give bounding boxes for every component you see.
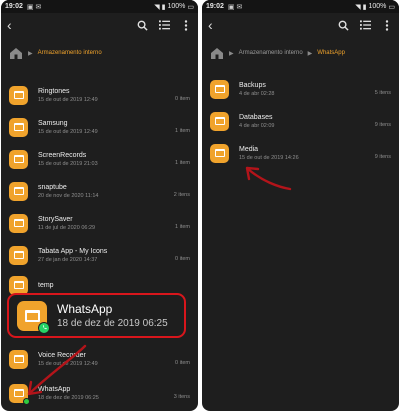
folder-count: 5 itens	[374, 90, 391, 96]
image-icon: ▣	[26, 3, 34, 11]
image-icon: ▣	[227, 3, 235, 11]
breadcrumb-root[interactable]: Armazenamento interno	[38, 50, 102, 56]
whatsapp-icon	[38, 321, 50, 334]
folder-count: 1 item	[175, 160, 190, 166]
folder-date: 20 de nov de 2020 11:14	[38, 192, 99, 199]
back-arrow-icon[interactable]: ‹	[208, 17, 224, 33]
folder-name: StorySaver	[38, 215, 73, 223]
folder-count: 0 item	[175, 360, 190, 366]
more-options-icon[interactable]	[381, 19, 393, 31]
folder-icon	[210, 143, 229, 163]
whatsapp-folder-highlight[interactable]: WhatsApp 18 de dez de 2019 06:25	[7, 293, 186, 338]
status-bar: 19:02 ▣ ✉ ◥ ▮ 100% ▭	[1, 0, 198, 13]
folder-icon	[9, 275, 28, 295]
breadcrumb: ▶ Armazenamento interno ▶ WhatsApp	[210, 44, 393, 62]
red-arrow-icon	[27, 344, 87, 396]
folder-count: 1 item	[175, 128, 190, 134]
breadcrumb-current[interactable]: WhatsApp	[317, 50, 345, 56]
toolbar: ‹	[202, 13, 399, 37]
folder-count: 2 itens	[173, 192, 190, 198]
list-item[interactable]: Databases 4 de abr 02:09 9 itens	[202, 106, 399, 136]
email-icon: ✉	[236, 3, 243, 11]
folder-icon	[17, 300, 50, 334]
folder-date: 4 de abr 02:28	[239, 90, 275, 97]
folder-count: 1 item	[175, 224, 190, 230]
folder-date: 11 de jul de 2020 06:29	[38, 224, 96, 231]
list-item[interactable]: ScreenRecords 15 de out de 2019 21:03 1 i…	[1, 144, 198, 174]
breadcrumb-separator-icon: ▶	[28, 50, 33, 57]
breadcrumb: ▶ Armazenamento interno	[9, 44, 192, 62]
folder-name: Backups	[239, 81, 266, 89]
left-screen: 19:02 ▣ ✉ ◥ ▮ 100% ▭ ‹ ▶ Armazenamento i…	[1, 0, 198, 411]
folder-date: 15 de out de 2019 14:26	[239, 154, 299, 161]
folder-icon	[210, 111, 229, 131]
folder-name: Ringtones	[38, 87, 70, 95]
breadcrumb-separator-icon: ▶	[229, 50, 234, 57]
home-icon[interactable]	[210, 47, 224, 60]
folder-count: 9 itens	[374, 154, 391, 160]
breadcrumb-root[interactable]: Armazenamento interno	[239, 50, 303, 56]
search-icon[interactable]	[337, 19, 349, 31]
list-item[interactable]: Tabata App - My Icons 27 de jan de 2020 1…	[1, 240, 198, 270]
status-time: 19:02	[206, 3, 224, 10]
notification-icons: ▣ ✉	[228, 3, 243, 11]
folder-icon	[210, 79, 229, 99]
folder-count: 0 item	[175, 256, 190, 262]
folder-date: 15 de out de 2019 12:49	[38, 128, 98, 135]
signal-icon: ▮	[362, 3, 367, 11]
battery-icon: ▭	[187, 3, 194, 11]
status-bar: 19:02 ▣ ✉ ◥ ▮ 100% ▭	[202, 0, 399, 13]
email-icon: ✉	[35, 3, 42, 11]
toolbar: ‹	[1, 13, 198, 37]
folder-icon	[9, 85, 28, 105]
list-view-icon[interactable]	[359, 19, 371, 31]
folder-icon	[9, 117, 28, 137]
folder-icon	[9, 245, 28, 265]
breadcrumb-separator-icon: ▶	[307, 50, 313, 57]
folder-name: Tabata App - My Icons	[38, 247, 108, 255]
folder-icon	[9, 213, 28, 233]
wifi-icon: ◥	[154, 3, 160, 11]
folder-name: ScreenRecords	[38, 151, 87, 159]
red-arrow-icon	[245, 166, 292, 191]
battery-icon: ▭	[388, 3, 395, 11]
list-item[interactable]: Media 15 de out de 2019 14:26 9 itens	[202, 138, 399, 168]
notification-icons: ▣ ✉	[27, 3, 42, 11]
search-icon[interactable]	[136, 19, 148, 31]
folder-icon	[9, 149, 28, 169]
highlight-folder-date: 18 de dez de 2019 06:25	[57, 317, 168, 329]
list-item[interactable]: Backups 4 de abr 02:28 5 itens	[202, 74, 399, 104]
folder-date: 15 de out de 2019 12:49	[38, 96, 98, 103]
more-options-icon[interactable]	[180, 19, 192, 31]
folder-count: 9 itens	[374, 122, 391, 128]
list-item[interactable]: snaptube 20 de nov de 2020 11:14 2 itens	[1, 176, 198, 206]
status-time: 19:02	[5, 3, 23, 10]
folder-name: snaptube	[38, 183, 67, 191]
list-item[interactable]: Ringtones 15 de out de 2019 12:49 0 item	[1, 80, 198, 110]
folder-icon	[9, 181, 28, 201]
wifi-icon: ◥	[355, 3, 361, 11]
folder-name: Databases	[239, 113, 273, 121]
list-view-icon[interactable]	[158, 19, 170, 31]
folder-name: Samsung	[38, 119, 68, 127]
home-icon[interactable]	[9, 47, 23, 60]
list-item[interactable]: Samsung 15 de out de 2019 12:49 1 item	[1, 112, 198, 142]
folder-name: Media	[239, 145, 259, 153]
signal-icon: ▮	[161, 3, 166, 11]
folder-name: temp	[38, 281, 54, 289]
battery-percent: 100%	[167, 3, 186, 10]
folder-date: 4 de abr 02:09	[239, 122, 275, 129]
back-arrow-icon[interactable]: ‹	[7, 17, 23, 33]
highlight-folder-name: WhatsApp	[57, 301, 113, 316]
list-item[interactable]: StorySaver 11 de jul de 2020 06:29 1 item	[1, 208, 198, 238]
battery-percent: 100%	[368, 3, 387, 10]
folder-date: 15 de out de 2019 21:03	[38, 160, 98, 167]
right-screen: 19:02 ▣ ✉ ◥ ▮ 100% ▭ ‹ ▶ Armazenamento i…	[202, 0, 399, 411]
folder-count: 3 itens	[173, 394, 190, 400]
folder-count: 0 item	[175, 96, 190, 102]
folder-date: 27 de jan de 2020 14:37	[38, 256, 98, 263]
